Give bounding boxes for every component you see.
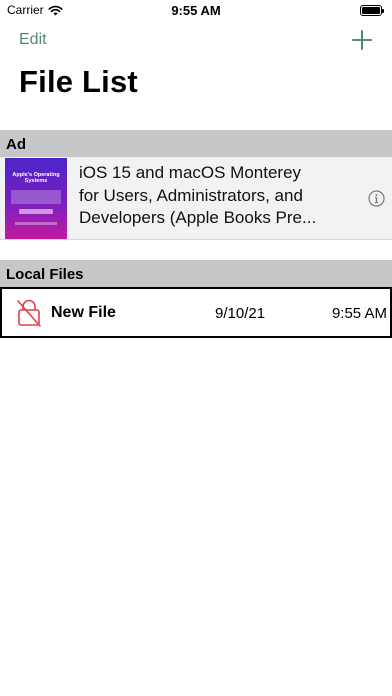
plus-icon[interactable] xyxy=(350,28,374,52)
file-name: New File xyxy=(51,304,116,321)
ad-text-line: iOS 15 and macOS Monterey xyxy=(79,163,302,182)
file-row-new-file[interactable]: New File 9/10/21 9:55 AM xyxy=(0,287,392,338)
battery-icon xyxy=(360,5,384,16)
ad-description: iOS 15 and macOS Monterey for Users, Adm… xyxy=(79,162,351,230)
ad-text-line: for Users, Administrators, and xyxy=(79,185,303,205)
file-date: 9/10/21 xyxy=(215,305,266,322)
info-circle-icon[interactable] xyxy=(368,190,385,207)
lock-slash-icon xyxy=(17,299,41,327)
status-bar: Carrier 9:55 AM xyxy=(0,0,392,22)
navigation-bar: Edit xyxy=(0,22,392,62)
ad-cover-title: Apple's Operating Systems xyxy=(12,172,60,184)
ad-text-line: Developers (Apple Books Pre... xyxy=(79,208,317,227)
section-header-ad: Ad xyxy=(0,130,392,157)
page-title: File List xyxy=(19,64,138,99)
edit-button[interactable]: Edit xyxy=(19,31,47,49)
file-time: 9:55 AM xyxy=(331,305,387,322)
ad-cover-author-block xyxy=(19,209,53,214)
section-header-local-files: Local Files xyxy=(0,260,392,287)
status-time: 9:55 AM xyxy=(171,3,221,18)
ad-row[interactable]: Apple's Operating Systems iOS 15 and mac… xyxy=(0,157,392,240)
ad-cover-footer-block xyxy=(15,222,57,225)
ad-cover-subtitle-block xyxy=(11,190,61,204)
battery-level xyxy=(362,7,380,14)
ad-book-cover: Apple's Operating Systems xyxy=(5,158,67,239)
